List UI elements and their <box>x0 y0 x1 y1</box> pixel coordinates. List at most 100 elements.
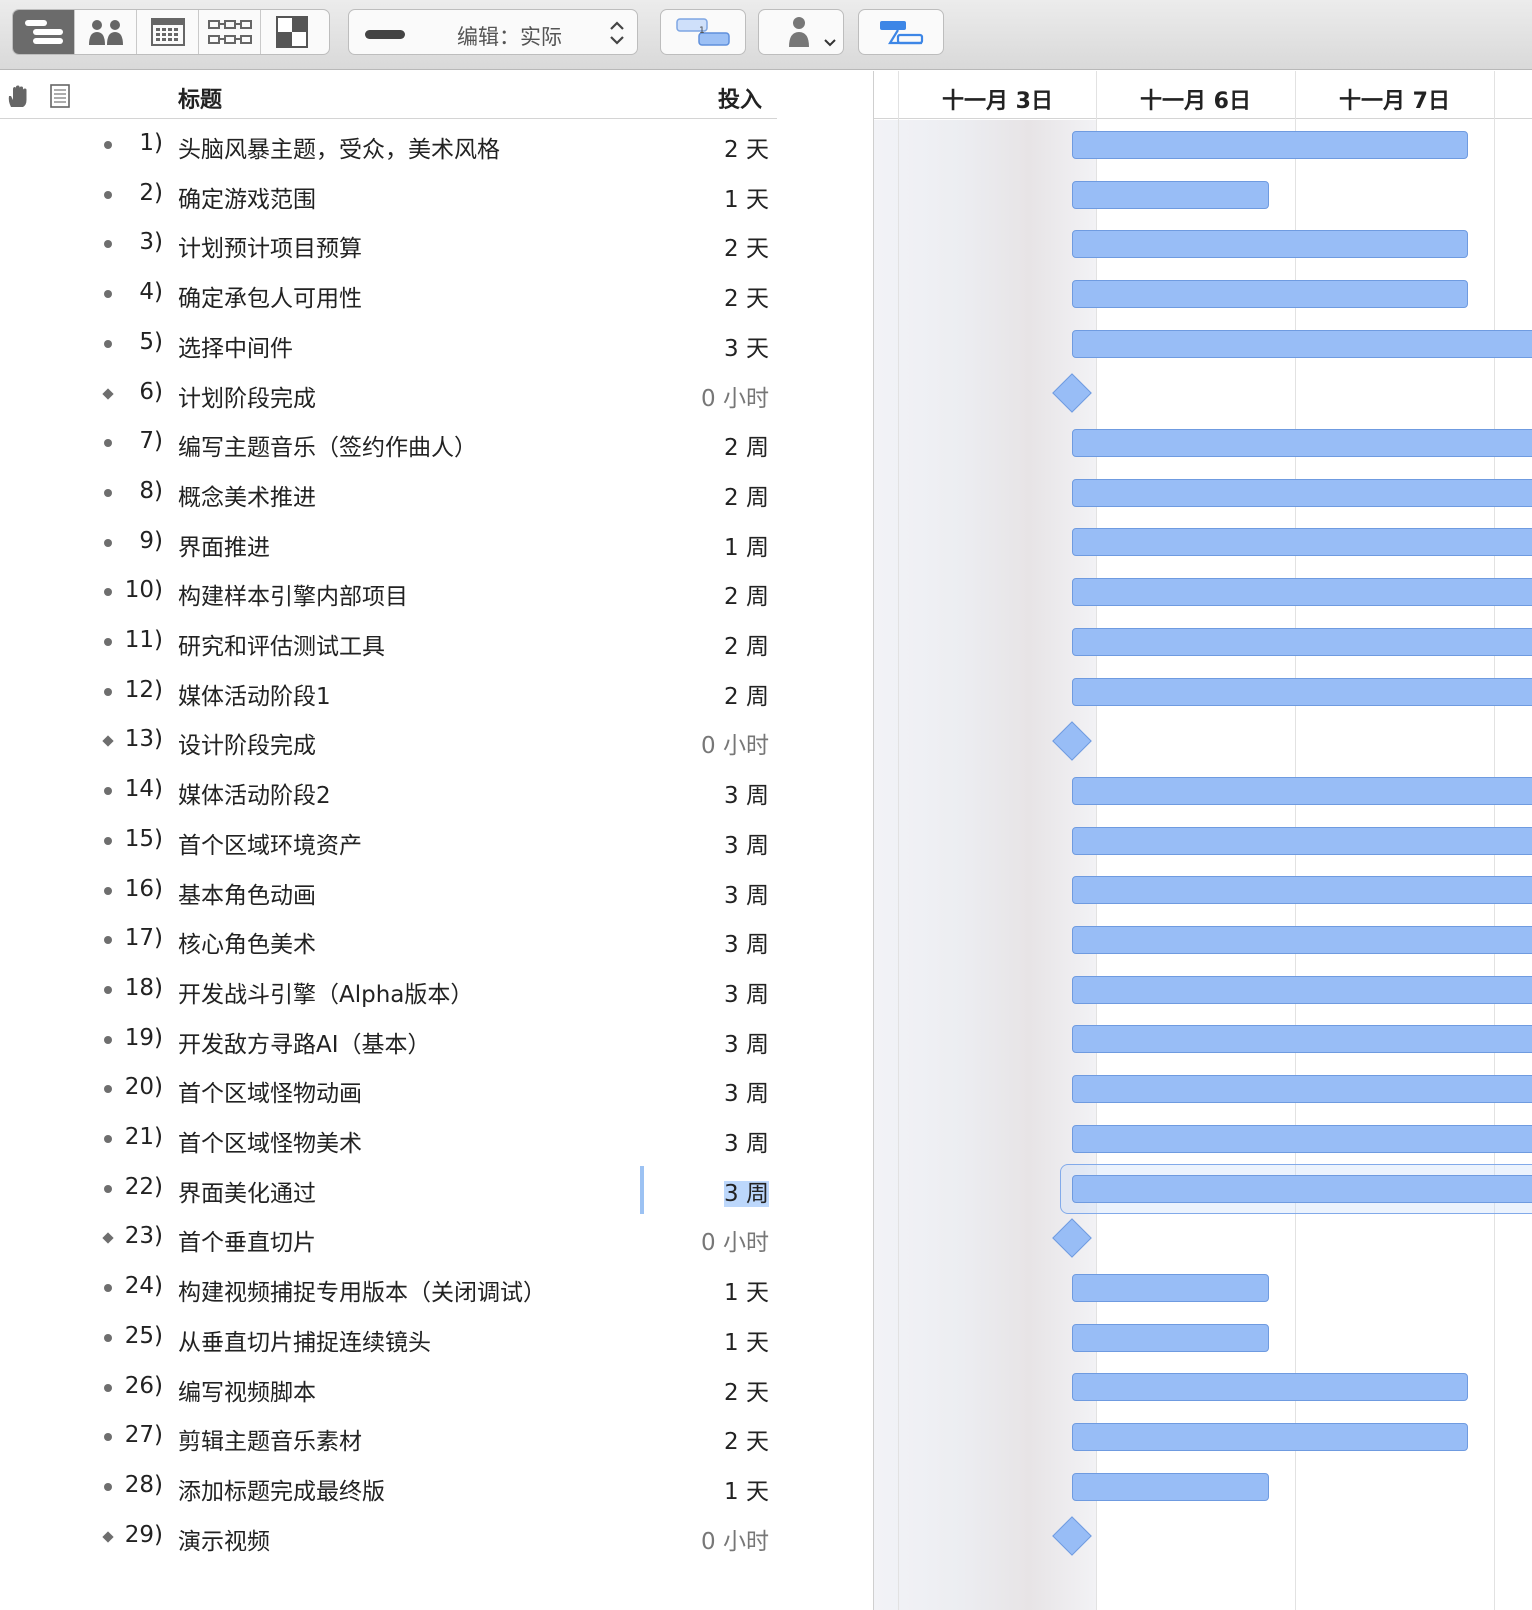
task-row[interactable]: 28) 添加标题完成最终版 1 天 <box>0 1462 777 1512</box>
task-title[interactable]: 界面美化通过 <box>178 1174 316 1208</box>
milestone-row[interactable]: 29) 演示视频 0 小时 <box>0 1512 777 1562</box>
note-icon[interactable] <box>50 84 70 108</box>
calendar-view-button[interactable] <box>137 10 199 54</box>
task-bar[interactable] <box>1072 329 1532 358</box>
task-bar[interactable] <box>1072 1423 1468 1452</box>
task-effort[interactable]: 0 小时 <box>701 726 769 760</box>
task-effort[interactable]: 0 小时 <box>701 379 769 413</box>
task-title[interactable]: 概念美术推进 <box>178 478 316 512</box>
task-row[interactable]: 11) 研究和评估测试工具 2 周 <box>0 617 777 667</box>
task-bar[interactable] <box>1072 578 1532 607</box>
task-bar[interactable] <box>1072 1373 1468 1402</box>
task-bar[interactable] <box>1072 826 1532 855</box>
task-effort[interactable]: 2 周 <box>724 428 769 462</box>
resource-view-button[interactable] <box>75 10 137 54</box>
task-bar[interactable] <box>1072 1472 1269 1501</box>
resource-assign-button[interactable] <box>758 9 844 55</box>
task-effort[interactable]: 1 周 <box>724 528 769 562</box>
task-title[interactable]: 编写视频脚本 <box>178 1373 316 1407</box>
task-title[interactable]: 剪辑主题音乐素材 <box>178 1422 362 1456</box>
task-row[interactable]: 7) 编写主题音乐（签约作曲人） 2 周 <box>0 418 777 468</box>
milestone-row[interactable]: 13) 设计阶段完成 0 小时 <box>0 716 777 766</box>
task-effort[interactable]: 3 周 <box>724 1074 769 1108</box>
task-effort[interactable]: 1 天 <box>724 180 769 214</box>
task-row[interactable]: 10) 构建样本引擎内部项目 2 周 <box>0 567 777 617</box>
task-title[interactable]: 媒体活动阶段1 <box>178 677 331 711</box>
task-effort[interactable]: 3 周 <box>724 826 769 860</box>
task-bar[interactable] <box>1072 1273 1269 1302</box>
task-effort[interactable]: 0 小时 <box>701 1223 769 1257</box>
task-row[interactable]: 18) 开发战斗引擎（Alpha版本） 3 周 <box>0 965 777 1015</box>
task-effort[interactable]: 2 天 <box>724 1373 769 1407</box>
task-row[interactable]: 20) 首个区域怪物动画 3 周 <box>0 1064 777 1114</box>
task-effort[interactable]: 3 天 <box>724 329 769 363</box>
task-effort[interactable]: 3 周 <box>724 975 769 1009</box>
task-effort[interactable]: 1 天 <box>724 1323 769 1357</box>
task-row[interactable]: 3) 计划预计项目预算 2 天 <box>0 219 777 269</box>
task-row[interactable]: 4) 确定承包人可用性 2 天 <box>0 269 777 319</box>
task-row[interactable]: 2) 确定游戏范围 1 天 <box>0 170 777 220</box>
task-effort[interactable]: 3 周 <box>724 1025 769 1059</box>
task-title[interactable]: 选择中间件 <box>178 329 293 363</box>
task-title[interactable]: 首个区域怪物动画 <box>178 1074 362 1108</box>
task-title[interactable]: 演示视频 <box>178 1522 270 1556</box>
task-row[interactable]: 5) 选择中间件 3 天 <box>0 319 777 369</box>
task-connect-button[interactable]: 1 <box>660 9 746 55</box>
task-row[interactable]: 1) 头脑风暴主题，受众，美术风格 2 天 <box>0 120 777 170</box>
task-effort[interactable]: 2 周 <box>724 627 769 661</box>
task-row[interactable]: 19) 开发敌方寻路AI（基本） 3 周 <box>0 1015 777 1065</box>
task-row[interactable]: 17) 核心角色美术 3 周 <box>0 915 777 965</box>
task-title[interactable]: 确定游戏范围 <box>178 180 316 214</box>
edit-mode-select[interactable]: 编辑：实际 <box>348 9 638 55</box>
task-effort[interactable]: 3 周 <box>724 1124 769 1158</box>
task-effort[interactable]: 2 天 <box>724 229 769 263</box>
task-title[interactable]: 编写主题音乐（签约作曲人） <box>178 428 477 462</box>
task-effort[interactable]: 2 周 <box>724 677 769 711</box>
task-title[interactable]: 添加标题完成最终版 <box>178 1472 385 1506</box>
task-effort[interactable]: 1 天 <box>724 1472 769 1506</box>
task-effort[interactable]: 2 周 <box>724 478 769 512</box>
hand-icon[interactable] <box>6 85 32 109</box>
task-row[interactable]: 27) 剪辑主题音乐素材 2 天 <box>0 1412 777 1462</box>
task-title[interactable]: 界面推进 <box>178 528 270 562</box>
task-title[interactable]: 媒体活动阶段2 <box>178 776 331 810</box>
task-bar[interactable] <box>1072 1174 1532 1203</box>
task-bar[interactable] <box>1072 180 1269 209</box>
milestone-row[interactable]: 23) 首个垂直切片 0 小时 <box>0 1213 777 1263</box>
task-effort[interactable]: 3 周 <box>724 1174 769 1208</box>
task-title[interactable]: 从垂直切片捕捉连续镜头 <box>178 1323 431 1357</box>
gantt-style-button[interactable] <box>858 9 944 55</box>
task-row[interactable]: 22) 界面美化通过 3 周 <box>0 1164 777 1214</box>
outline-view-button[interactable] <box>13 10 75 54</box>
task-bar[interactable] <box>1072 429 1532 458</box>
task-row[interactable]: 12) 媒体活动阶段1 2 周 <box>0 667 777 717</box>
task-effort[interactable]: 2 周 <box>724 577 769 611</box>
task-bar[interactable] <box>1072 1323 1269 1352</box>
task-bar[interactable] <box>1072 1025 1532 1054</box>
task-effort[interactable]: 2 天 <box>724 1422 769 1456</box>
task-title[interactable]: 首个区域怪物美术 <box>178 1124 362 1158</box>
task-bar[interactable] <box>1072 876 1532 905</box>
task-effort[interactable]: 3 周 <box>724 876 769 910</box>
task-effort[interactable]: 2 天 <box>724 130 769 164</box>
task-row[interactable]: 15) 首个区域环境资产 3 周 <box>0 816 777 866</box>
task-title[interactable]: 基本角色动画 <box>178 876 316 910</box>
task-bar[interactable] <box>1072 1124 1532 1153</box>
task-title[interactable]: 确定承包人可用性 <box>178 279 362 313</box>
task-title[interactable]: 核心角色美术 <box>178 925 316 959</box>
task-bar[interactable] <box>1072 926 1532 955</box>
task-bar[interactable] <box>1072 776 1532 805</box>
task-row[interactable]: 16) 基本角色动画 3 周 <box>0 866 777 916</box>
task-title[interactable]: 头脑风暴主题，受众，美术风格 <box>178 130 500 164</box>
task-row[interactable]: 8) 概念美术推进 2 周 <box>0 468 777 518</box>
task-title[interactable]: 计划阶段完成 <box>178 379 316 413</box>
task-title[interactable]: 构建视频捕捉专用版本（关闭调试） <box>178 1273 546 1307</box>
task-bar[interactable] <box>1072 975 1532 1004</box>
task-title[interactable]: 开发战斗引擎（Alpha版本） <box>178 975 473 1009</box>
task-effort[interactable]: 3 周 <box>724 776 769 810</box>
task-row[interactable]: 25) 从垂直切片捕捉连续镜头 1 天 <box>0 1313 777 1363</box>
task-title[interactable]: 开发敌方寻路AI（基本） <box>178 1025 431 1059</box>
task-bar[interactable] <box>1072 230 1468 259</box>
task-row[interactable]: 14) 媒体活动阶段2 3 周 <box>0 766 777 816</box>
task-row[interactable]: 26) 编写视频脚本 2 天 <box>0 1363 777 1413</box>
